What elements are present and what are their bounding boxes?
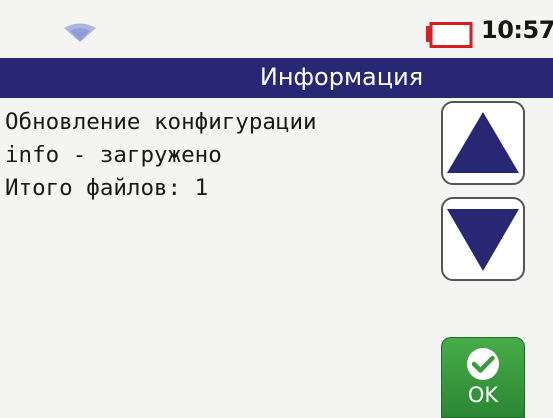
message-line: Итого файлов: 1	[5, 175, 209, 201]
title-bar: Информация	[0, 58, 553, 98]
arrow-up-icon	[447, 112, 519, 173]
arrow-down-icon	[447, 209, 519, 271]
clock: 10:57	[481, 16, 553, 44]
ok-button-label: OK	[467, 383, 499, 407]
scroll-down-button[interactable]	[441, 197, 525, 281]
message-line: Обновление конфигурации	[5, 109, 317, 135]
checkmark-icon	[467, 348, 499, 380]
message-line: info - загружено	[5, 142, 222, 168]
battery-icon	[426, 22, 473, 48]
page-title: Информация	[259, 63, 424, 91]
scroll-up-button[interactable]	[441, 101, 525, 185]
wifi-icon	[64, 23, 96, 42]
device-screen: 10:57 Информация Обновление конфигурации…	[0, 0, 553, 418]
status-bar: 10:57	[0, 0, 553, 58]
ok-button[interactable]: OK	[441, 337, 525, 418]
message-area: Обновление конфигурации info - загружено…	[5, 106, 425, 205]
